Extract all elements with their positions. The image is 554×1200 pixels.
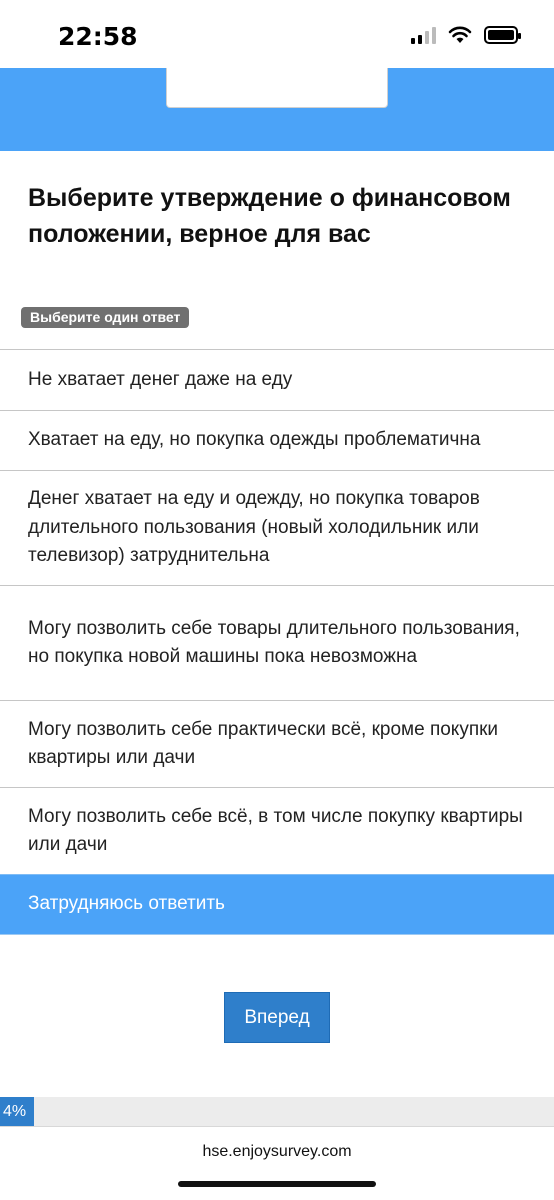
logo-placeholder (166, 68, 388, 108)
survey-header (0, 68, 554, 151)
question-title: Выберите утверждение о финансовом положе… (28, 184, 511, 248)
footer-divider (0, 1126, 554, 1127)
battery-icon (484, 26, 521, 44)
answer-option[interactable]: Денег хватает на еду и одежду, но покупк… (0, 470, 554, 585)
progress-bar: 4% (0, 1097, 554, 1126)
page-url: hse.enjoysurvey.com (202, 1143, 352, 1160)
answer-option[interactable]: Хватает на еду, но покупка одежды пробле… (0, 410, 554, 470)
answer-option[interactable]: Могу позволить себе всё, в том числе пок… (0, 787, 554, 874)
progress-fill: 4% (0, 1097, 34, 1126)
home-indicator (178, 1181, 376, 1187)
status-icons (411, 26, 521, 44)
answer-options-list: Не хватает денег даже на еду Хватает на … (0, 349, 554, 935)
answer-option[interactable]: Не хватает денег даже на еду (0, 349, 554, 410)
cellular-signal-icon (411, 26, 436, 44)
answer-option[interactable]: Могу позволить себе товары длительного п… (0, 585, 554, 700)
status-bar: 22:58 (0, 0, 554, 68)
status-time: 22:58 (58, 22, 138, 51)
next-button[interactable]: Вперед (224, 992, 330, 1043)
answer-option[interactable]: Могу позволить себе практически всё, кро… (0, 700, 554, 787)
answer-hint-badge: Выберите один ответ (21, 307, 190, 328)
wifi-icon (448, 26, 472, 43)
answer-option-selected[interactable]: Затрудняюсь ответить (0, 874, 554, 935)
